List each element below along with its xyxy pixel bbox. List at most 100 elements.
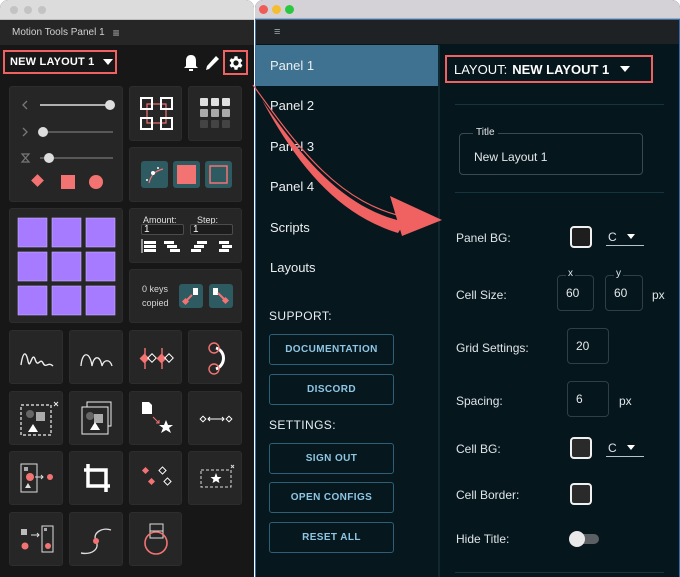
bounce-button[interactable] (69, 330, 123, 384)
cell-size-y-legend: y (614, 268, 623, 279)
sequence-backward-icon[interactable] (191, 241, 207, 252)
spacing-input[interactable]: 6 (567, 381, 609, 417)
nav-item-panel-3[interactable]: Panel 3 (256, 126, 438, 167)
step-input[interactable]: 1 (190, 224, 233, 235)
reset-all-button[interactable]: RESET ALL (269, 522, 394, 553)
hide-title-toggle[interactable] (569, 531, 599, 547)
spacing-unit: px (619, 394, 632, 408)
bell-icon[interactable] (183, 54, 199, 72)
layout-settings-content: LAYOUT: NEW LAYOUT 1 Title New Layout 1 … (442, 45, 679, 577)
nav-item-panel-4[interactable]: Panel 4 (256, 167, 438, 208)
minimize-window-button[interactable] (24, 6, 32, 14)
pencil-icon[interactable] (204, 54, 220, 72)
copy-keys-panel: 0 keys copied (129, 269, 242, 323)
zoom-window-button[interactable] (38, 6, 46, 14)
discord-button[interactable]: DISCORD (269, 374, 394, 405)
hide-title-label: Hide Title: (456, 532, 510, 546)
caret-down-icon (626, 445, 635, 450)
layout-select-prefix: LAYOUT: (454, 61, 508, 77)
settings-button[interactable] (223, 50, 248, 75)
window-titlebar (0, 0, 254, 20)
duration-slider[interactable] (20, 153, 113, 163)
bounce-icon (80, 354, 113, 367)
hamburger-icon[interactable]: ≡ (274, 26, 280, 38)
null-circle-button[interactable] (129, 512, 182, 566)
caret-down-icon (102, 59, 113, 65)
open-configs-button[interactable]: OPEN CONFIGS (269, 482, 394, 513)
zoom-window-button[interactable] (285, 5, 294, 14)
ease-out-slider[interactable] (22, 127, 113, 137)
distribute-button[interactable] (188, 391, 242, 445)
keyframe-select-button[interactable] (129, 451, 182, 505)
copy-keys-icon (181, 288, 198, 306)
documentation-button[interactable]: DOCUMENTATION (269, 334, 394, 365)
caret-down-icon (620, 66, 631, 72)
stroke-square-icon (209, 165, 228, 184)
divider (455, 104, 664, 105)
precompose-remove-button[interactable] (9, 391, 63, 445)
square-keyframe-icon[interactable] (61, 175, 75, 189)
close-window-button[interactable] (259, 5, 268, 14)
layout-dropdown[interactable]: NEW LAYOUT 1 (3, 50, 117, 74)
nav-item-panel-2[interactable]: Panel 2 (256, 86, 438, 127)
anchor-point-grid-button[interactable] (188, 86, 242, 141)
purple-grid-icon (17, 217, 116, 316)
toggle-knob (569, 531, 585, 547)
cell-size-x-input[interactable]: x 60 (557, 268, 594, 311)
panel-header: Motion Tools Panel 1 ≡ (0, 20, 254, 45)
sequence-forward-icon[interactable] (164, 241, 180, 252)
sign-out-button[interactable]: SIGN OUT (269, 443, 394, 474)
ease-in-slider[interactable] (22, 100, 115, 110)
file-to-shape-button[interactable] (129, 391, 182, 445)
close-window-button[interactable] (10, 6, 18, 14)
loop-button[interactable] (188, 330, 242, 384)
amount-input[interactable]: 1 (141, 224, 184, 235)
cell-size-unit: px (652, 288, 665, 302)
star-remove-button[interactable] (188, 451, 242, 505)
minimize-window-button[interactable] (272, 5, 281, 14)
shape-tools-panel (129, 147, 242, 202)
loop-icon (208, 342, 225, 375)
window-titlebar (255, 0, 680, 19)
layout-select-dropdown[interactable]: LAYOUT: NEW LAYOUT 1 (445, 55, 653, 83)
title-field[interactable]: Title New Layout 1 (459, 127, 643, 175)
nav-item-layouts[interactable]: Layouts (256, 248, 438, 289)
path-follow-button[interactable] (69, 512, 123, 566)
settings-sidebar: Panel 1 Panel 2 Panel 3 Panel 4 Scripts … (256, 45, 440, 577)
circle-keyframe-icon[interactable] (89, 175, 103, 189)
filled-square-icon (177, 165, 196, 184)
support-section-label: SUPPORT: (269, 309, 332, 323)
path-follow-icon (80, 528, 112, 555)
stroke-shape-button[interactable] (205, 161, 232, 188)
hamburger-icon[interactable]: ≡ (113, 26, 120, 40)
keyframe-select-icon (141, 466, 172, 486)
panel-bg-color-swatch[interactable] (570, 226, 592, 248)
paste-keys-button[interactable] (209, 284, 233, 308)
copy-keys-button[interactable] (179, 284, 203, 308)
keyframe-nudge-button[interactable] (129, 330, 182, 384)
cell-bg-mode-select[interactable]: C (606, 439, 644, 457)
purple-grid-button[interactable] (9, 208, 123, 323)
star-remove-icon (200, 464, 235, 488)
bezier-path-button[interactable] (141, 161, 168, 188)
diamond-keyframe-icon[interactable] (31, 174, 44, 187)
cell-size-y-input[interactable]: y 60 (605, 268, 643, 311)
grid-settings-label: Grid Settings: (456, 341, 529, 355)
nav-item-panel-1[interactable]: Panel 1 (256, 45, 438, 86)
caret-down-icon (626, 234, 635, 239)
crop-button[interactable] (69, 451, 123, 505)
precompose-button[interactable] (69, 391, 123, 445)
grid-settings-input[interactable]: 20 (567, 328, 609, 364)
align-stack-icon[interactable] (141, 239, 156, 253)
sequence-center-icon[interactable] (219, 241, 232, 252)
cell-border-color-swatch[interactable] (570, 483, 592, 505)
anchor-grid-button[interactable] (129, 86, 182, 141)
cell-size-x-legend: x (566, 268, 575, 279)
wiggle-button[interactable] (9, 330, 63, 384)
panel-bg-mode-select[interactable]: C (606, 228, 644, 246)
fill-shape-button[interactable] (173, 161, 200, 188)
parent-to-comp-button[interactable] (9, 512, 63, 566)
nav-item-scripts[interactable]: Scripts (256, 207, 438, 248)
extract-to-comp-button[interactable] (9, 451, 63, 505)
cell-bg-color-swatch[interactable] (570, 437, 592, 459)
